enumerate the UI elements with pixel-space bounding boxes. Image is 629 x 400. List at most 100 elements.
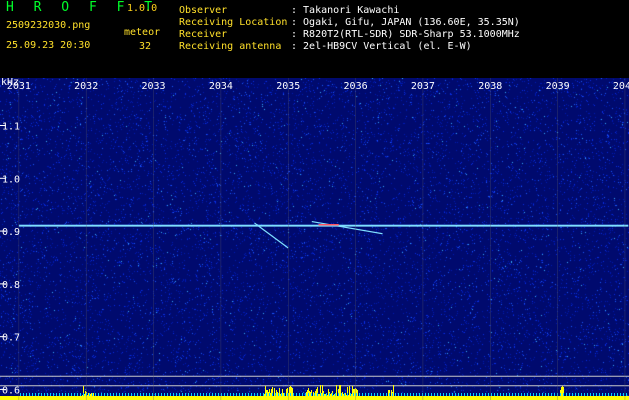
activity-bar-1 (285, 396, 286, 400)
activity-bar-2 (306, 392, 307, 400)
activity-bar-2 (328, 389, 329, 400)
y-axis-label: kHz (1, 78, 19, 88)
activity-bar-cyan (404, 393, 405, 396)
activity-bar-cyan (374, 393, 375, 396)
activity-bar-2 (327, 395, 328, 400)
activity-bar-cyan (245, 393, 246, 396)
activity-bar-cyan (599, 393, 600, 396)
activity-bar-cyan (185, 393, 186, 396)
activity-bar-2 (349, 386, 350, 400)
activity-bar-cyan (26, 393, 27, 396)
activity-bar-cyan (218, 393, 219, 396)
activity-bar-cyan (344, 393, 345, 396)
activity-bar-2 (342, 392, 343, 400)
activity-bar-0 (91, 393, 92, 400)
activity-bar-cyan (539, 393, 540, 396)
activity-bar-cyan (284, 393, 285, 396)
activity-bar-cyan (71, 393, 72, 396)
activity-bar-cyan (461, 393, 462, 396)
activity-bar-cyan (602, 393, 603, 396)
activity-bar-cyan (443, 393, 444, 396)
y-tick-label-0.7: 0.7 (2, 333, 20, 344)
activity-bar-cyan (473, 393, 474, 396)
x-tick-label-2034: 2034 (209, 81, 233, 92)
activity-bar-1 (280, 394, 281, 400)
activity-bar-cyan (125, 393, 126, 396)
activity-bar-cyan (620, 393, 621, 396)
activity-bar-cyan (428, 393, 429, 396)
activity-bar-2 (312, 396, 313, 400)
detection-label: meteor (124, 27, 161, 38)
activity-bar-2 (339, 385, 340, 400)
activity-bar-cyan (626, 393, 627, 396)
activity-bar-2 (336, 385, 337, 400)
activity-bar-1 (277, 392, 278, 400)
activity-bar-cyan (356, 393, 357, 396)
activity-bar-cyan (416, 393, 417, 396)
activity-bar-cyan (287, 393, 288, 396)
activity-bar-cyan (467, 393, 468, 396)
activity-bar-cyan (437, 393, 438, 396)
activity-bar-cyan (41, 393, 42, 396)
receiver-value: : R820T2(RTL-SDR) SDR-Sharp 53.1000MHz (291, 29, 520, 40)
activity-bar-cyan (182, 393, 183, 396)
activity-bar-cyan (431, 393, 432, 396)
activity-bar-cyan (347, 393, 348, 396)
receiver-label: Receiver (179, 29, 228, 40)
activity-bar-2 (321, 393, 322, 400)
spectrogram-overlay: 2031203220332034203520362037203820392040… (0, 78, 629, 400)
activity-bar-2 (354, 389, 355, 400)
activity-bar-2 (325, 394, 326, 400)
activity-bar-cyan (155, 393, 156, 396)
activity-bar-cyan (476, 393, 477, 396)
activity-bar-cyan (500, 393, 501, 396)
activity-bar-cyan (554, 393, 555, 396)
activity-bar-cyan (326, 393, 327, 396)
detection-count: 32 (139, 41, 152, 52)
activity-bar-1 (291, 387, 292, 400)
activity-bar-2 (340, 385, 341, 400)
y-tick-label-1.0: 1.0 (2, 174, 20, 185)
activity-bar-1 (282, 389, 283, 400)
activity-bar-cyan (119, 393, 120, 396)
activity-bar-cyan (542, 393, 543, 396)
activity-bar-cyan (575, 393, 576, 396)
activity-bar-1 (274, 388, 275, 400)
activity-bar-2 (351, 394, 352, 400)
activity-bar-2 (315, 391, 316, 400)
activity-bar-cyan (224, 393, 225, 396)
activity-bar-2 (330, 394, 331, 400)
activity-bar-3 (393, 385, 394, 400)
activity-bar-cyan (269, 393, 270, 396)
activity-bar-cyan (578, 393, 579, 396)
echo-trace-1 (311, 220, 383, 235)
activity-bar-cyan (50, 393, 51, 396)
activity-bar-2 (309, 391, 310, 400)
x-tick-label-2039: 2039 (546, 81, 570, 92)
activity-bar-1 (270, 393, 271, 400)
activity-bar-2 (345, 393, 346, 400)
activity-bar-4 (561, 387, 562, 400)
activity-bar-cyan (59, 393, 60, 396)
activity-bar-cyan (56, 393, 57, 396)
activity-bar-cyan (272, 393, 273, 396)
activity-bar-cyan (308, 393, 309, 396)
activity-bar-2 (343, 394, 344, 400)
activity-bar-cyan (410, 393, 411, 396)
activity-bar-4 (562, 386, 563, 400)
activity-bar-2 (324, 394, 325, 400)
activity-bar-cyan (116, 393, 117, 396)
activity-bar-2 (319, 394, 320, 400)
activity-bar-cyan (209, 393, 210, 396)
activity-bar-cyan (398, 393, 399, 396)
activity-bar-1 (289, 387, 290, 400)
filename: 2509232030.png (6, 20, 91, 31)
activity-bar-cyan (605, 393, 606, 396)
activity-bar-1 (275, 396, 276, 400)
activity-bar-2 (331, 393, 332, 400)
activity-bar-cyan (521, 393, 522, 396)
activity-bar-cyan (206, 393, 207, 396)
activity-bar-cyan (131, 393, 132, 396)
activity-bar-cyan (332, 393, 333, 396)
activity-bar-cyan (128, 393, 129, 396)
